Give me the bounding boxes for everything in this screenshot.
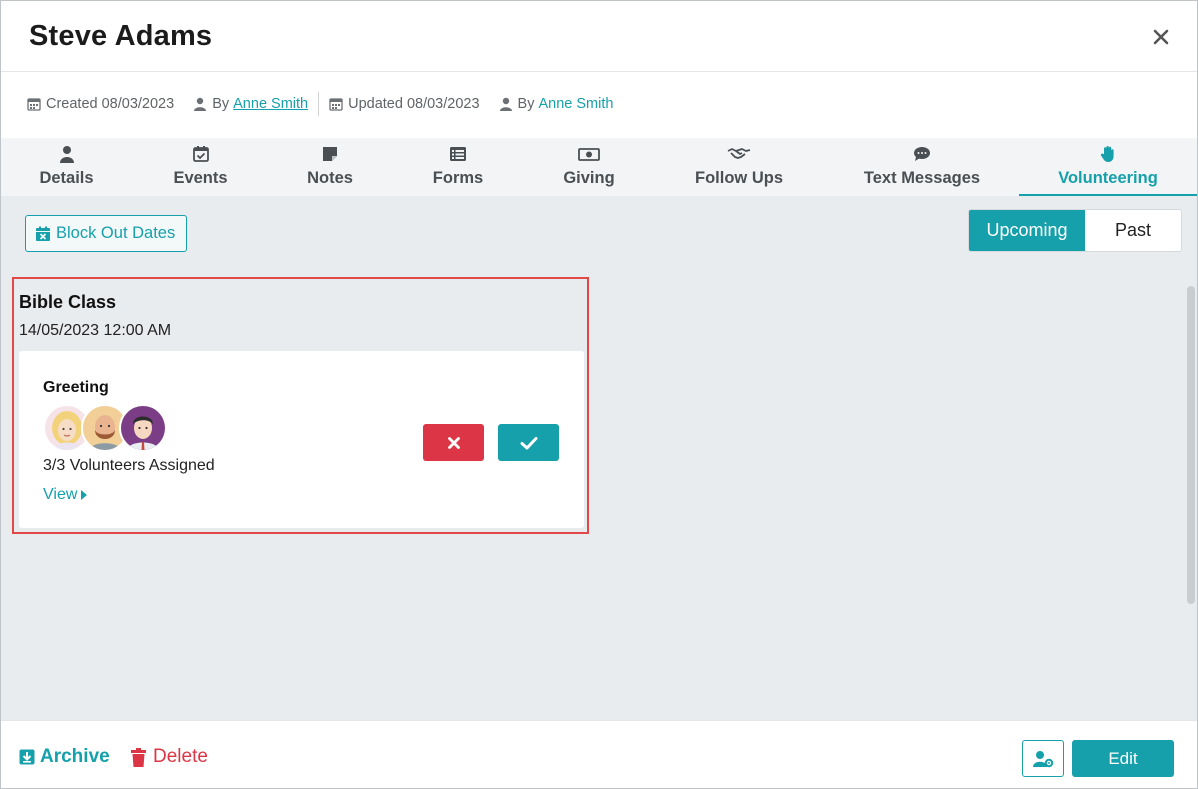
close-button[interactable] (1149, 25, 1173, 49)
updated-info: Updated 08/03/2023 (329, 96, 480, 112)
page-title: Steve Adams (29, 20, 213, 52)
calendar-times-icon (36, 226, 50, 241)
handshake-icon (727, 148, 751, 159)
close-icon (1153, 29, 1169, 45)
updated-by-link[interactable]: Anne Smith (538, 96, 613, 112)
event-date: 14/05/2023 12:00 AM (19, 322, 172, 339)
delete-label: Delete (153, 746, 208, 767)
modal-header: Steve Adams (1, 1, 1197, 72)
user-settings-button[interactable] (1022, 740, 1064, 777)
tab-text-messages[interactable]: Text Messages (825, 138, 1019, 196)
tab-label: Details (39, 169, 94, 187)
calendar-icon (27, 98, 41, 111)
created-by-prefix: By (212, 96, 230, 112)
money-icon (578, 148, 600, 161)
past-toggle-button[interactable]: Past (1085, 210, 1181, 251)
tab-details[interactable]: Details (1, 138, 132, 196)
user-icon (499, 97, 512, 111)
calendar-icon (329, 98, 343, 111)
archive-label: Archive (40, 746, 110, 767)
tab-label: Forms (432, 169, 484, 187)
times-icon (447, 436, 460, 449)
calendar-check-icon (192, 146, 209, 162)
block-out-dates-button[interactable]: Block Out Dates (25, 215, 187, 252)
trash-icon (131, 747, 146, 767)
archive-icon (19, 749, 35, 765)
edit-button[interactable]: Edit (1072, 740, 1174, 777)
tab-label: Text Messages (863, 169, 981, 187)
tab-label: Follow Ups (695, 169, 783, 187)
meta-divider (318, 92, 320, 116)
decline-button[interactable] (423, 424, 484, 461)
upcoming-toggle-button[interactable]: Upcoming (969, 210, 1085, 251)
modal-footer: Archive Delete Edit (1, 720, 1197, 788)
caret-right-icon (81, 490, 88, 500)
tab-bar: Details Events Notes Forms Giving Follow… (1, 138, 1197, 196)
tab-label: Notes (307, 169, 353, 187)
tab-label: Giving (563, 169, 615, 187)
tab-label: Events (173, 169, 228, 187)
created-date: Created 08/03/2023 (46, 96, 175, 112)
person-modal: Steve Adams Created 08/03/2023 By Anne S… (0, 0, 1198, 789)
tab-notes[interactable]: Notes (269, 138, 391, 196)
created-info: Created 08/03/2023 (27, 96, 174, 112)
check-icon (520, 436, 537, 449)
view-label: View (43, 486, 78, 503)
updated-by: By Anne Smith (499, 96, 613, 112)
view-link[interactable]: View (43, 486, 88, 504)
user-icon (194, 97, 207, 111)
scrollbar[interactable] (1187, 286, 1195, 604)
role-name: Greeting (43, 379, 109, 396)
event-group: Bible Class 14/05/2023 12:00 AM Greeting… (12, 277, 589, 534)
updated-date: Updated 08/03/2023 (348, 96, 480, 112)
volunteer-avatars (43, 404, 173, 452)
list-icon (450, 147, 466, 161)
updated-by-prefix: By (517, 96, 535, 112)
tab-label: Volunteering (1058, 169, 1158, 187)
tab-follow-ups[interactable]: Follow Ups (653, 138, 825, 196)
created-by: By Anne Smith (193, 96, 308, 112)
user-icon (59, 146, 74, 163)
time-filter-toggle: Upcoming Past (968, 209, 1182, 252)
block-out-dates-label: Block Out Dates (56, 224, 176, 242)
created-by-link[interactable]: Anne Smith (233, 96, 308, 112)
role-card: Greeting 3/3 Volunteers Assigned View (19, 351, 584, 528)
accept-button[interactable] (498, 424, 559, 461)
delete-button[interactable]: Delete (130, 746, 208, 768)
hand-icon (1100, 146, 1114, 162)
record-meta: Created 08/03/2023 By Anne Smith Updated… (27, 92, 613, 116)
tab-events[interactable]: Events (132, 138, 269, 196)
archive-button[interactable]: Archive (19, 746, 110, 768)
tab-forms[interactable]: Forms (391, 138, 525, 196)
sticky-note-icon (323, 147, 337, 161)
comment-icon (914, 147, 930, 161)
event-title: Bible Class (19, 292, 117, 312)
volunteers-assigned: 3/3 Volunteers Assigned (43, 457, 215, 474)
avatar (119, 404, 167, 452)
tab-volunteering[interactable]: Volunteering (1019, 138, 1197, 196)
user-cog-icon (1033, 750, 1054, 767)
tab-giving[interactable]: Giving (525, 138, 653, 196)
